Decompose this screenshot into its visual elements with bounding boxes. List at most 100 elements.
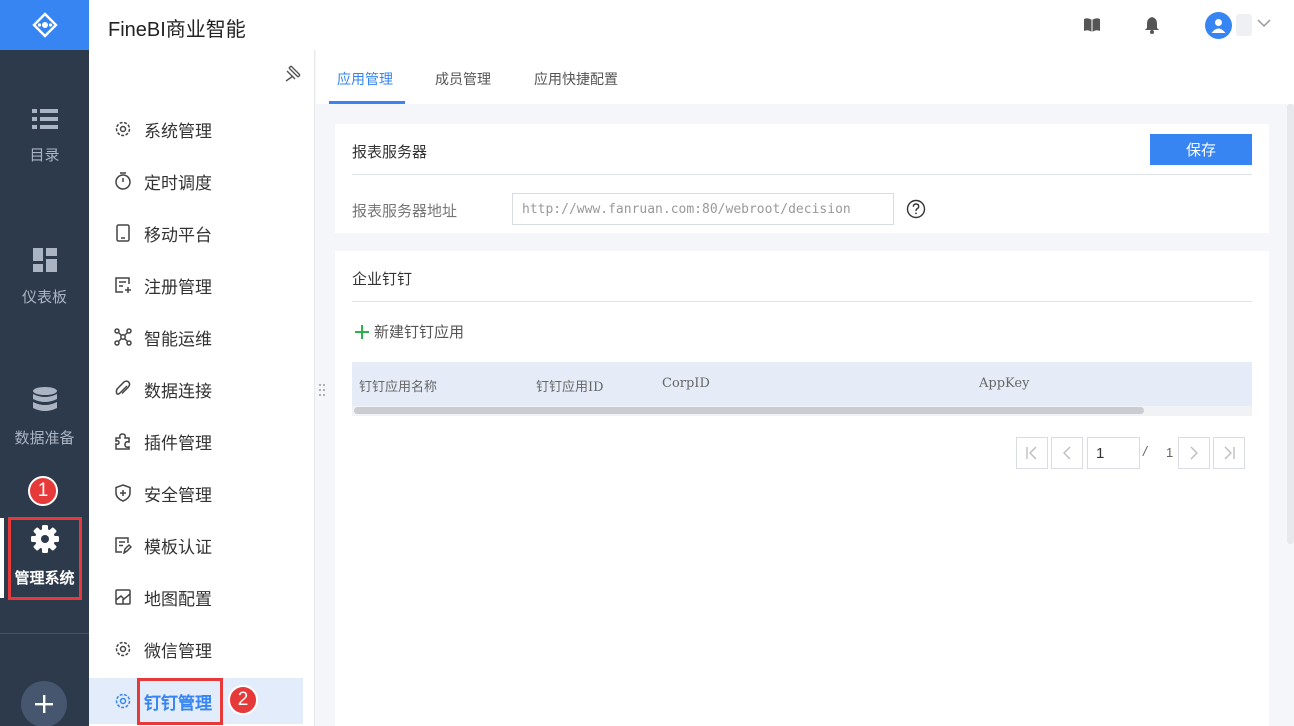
page-separator: /: [1143, 443, 1147, 459]
prev-page-button[interactable]: [1051, 437, 1083, 469]
gear-icon: [115, 121, 131, 137]
sidebar-item-schedule[interactable]: 定时调度: [89, 158, 303, 204]
annotation-badge-1: 1: [28, 476, 58, 506]
annotation-box-2: [137, 678, 223, 725]
annotation-badge-2: 2: [228, 685, 258, 715]
app-logo[interactable]: [0, 0, 89, 50]
sidebar-item-data-connection[interactable]: 数据连接: [89, 366, 303, 412]
column-header: AppKey: [979, 376, 1030, 391]
server-address-input[interactable]: [512, 193, 894, 225]
app-title: FineBI商业智能: [108, 19, 246, 41]
username-placeholder[interactable]: [1236, 14, 1252, 36]
rail-item-label: 仪表板: [21, 289, 67, 306]
tab-member-management[interactable]: 成员管理: [435, 69, 491, 89]
divider: [352, 174, 1252, 175]
first-page-icon: [1026, 446, 1037, 460]
template-icon: [115, 537, 132, 554]
sidebar-item-label: 数据连接: [144, 381, 212, 401]
panel-title: 企业钉钉: [352, 271, 413, 288]
chevron-right-icon: [1190, 446, 1198, 460]
chevron-down-icon[interactable]: [1257, 19, 1271, 28]
dingtalk-panel: 企业钉钉 新建钉钉应用 钉钉应用名称 钉钉应用ID CorpID AppKey …: [335, 251, 1269, 726]
new-dingtalk-app-button[interactable]: 新建钉钉应用: [354, 321, 464, 342]
network-icon: [114, 328, 132, 346]
tab-bar: 应用管理 成员管理 应用快捷配置: [316, 50, 1294, 104]
last-page-icon: [1224, 446, 1235, 460]
top-header: FineBI商业智能: [89, 0, 1294, 50]
new-app-label: 新建钉钉应用: [374, 324, 465, 341]
sidebar-item-label: 插件管理: [144, 433, 212, 453]
rail-item-dashboard[interactable]: 仪表板: [0, 248, 89, 307]
map-icon: [115, 589, 131, 605]
sidebar-item-mobile[interactable]: 移动平台: [89, 210, 303, 256]
left-rail: 目录 仪表板 数据准备 管理系统: [0, 0, 89, 726]
resize-handle[interactable]: [318, 383, 326, 397]
sidebar-item-label: 系统管理: [144, 121, 212, 141]
sidebar-item-label: 移动平台: [144, 225, 212, 245]
database-icon: [32, 387, 57, 411]
timer-icon: [115, 172, 131, 190]
first-page-button[interactable]: [1016, 437, 1048, 469]
logo-icon: [31, 12, 58, 38]
sidebar-item-label: 安全管理: [144, 485, 212, 505]
sidebar-item-label: 模板认证: [144, 537, 212, 557]
last-page-button[interactable]: [1213, 437, 1245, 469]
sidebar-item-template-auth[interactable]: 模板认证: [89, 522, 303, 568]
mobile-icon: [116, 224, 130, 242]
sidebar-item-label: 地图配置: [144, 589, 212, 609]
rail-item-label: 数据准备: [14, 430, 75, 447]
page-vertical-scrollbar[interactable]: [1287, 104, 1294, 544]
dashboard-icon: [32, 248, 57, 272]
column-header: CorpID: [662, 376, 710, 391]
plus-icon: [355, 324, 369, 339]
sidebar-item-map[interactable]: 地图配置: [89, 574, 303, 620]
sidebar-item-label: 微信管理: [144, 641, 212, 661]
sidebar-item-system[interactable]: 系统管理: [89, 106, 303, 152]
gear-icon: [115, 641, 131, 657]
chevron-left-icon: [1063, 446, 1071, 460]
sidebar-item-security[interactable]: 安全管理: [89, 470, 303, 516]
annotation-box-1: [8, 517, 82, 600]
tab-active-underline: [329, 101, 405, 104]
add-button[interactable]: [21, 681, 67, 726]
save-button[interactable]: 保存: [1150, 134, 1252, 165]
sidebar-item-ops[interactable]: 智能运维: [89, 314, 303, 360]
list-icon: [31, 109, 58, 129]
book-icon[interactable]: [1083, 16, 1101, 34]
rail-item-data-prep[interactable]: 数据准备: [0, 387, 89, 448]
sidebar-item-plugins[interactable]: 插件管理: [89, 418, 303, 464]
server-address-label: 报表服务器地址: [352, 203, 458, 220]
avatar[interactable]: [1205, 12, 1232, 39]
divider: [352, 301, 1252, 302]
table-header: 钉钉应用名称 钉钉应用ID CorpID AppKey: [352, 362, 1252, 406]
pin-icon[interactable]: [284, 64, 302, 82]
bell-icon[interactable]: [1144, 16, 1160, 34]
panel-title: 报表服务器: [352, 144, 428, 161]
sidebar-item-label: 定时调度: [144, 173, 212, 193]
help-icon[interactable]: [906, 199, 926, 219]
sidebar-item-register[interactable]: 注册管理: [89, 262, 303, 308]
shield-icon: [115, 484, 131, 502]
column-header: 钉钉应用ID: [536, 380, 604, 395]
gear-icon: [115, 693, 131, 709]
register-icon: [115, 277, 131, 293]
sidebar-item-wechat[interactable]: 微信管理: [89, 626, 303, 672]
rail-item-catalog[interactable]: 目录: [0, 108, 89, 165]
rail-item-label: 目录: [29, 147, 60, 164]
paperclip-icon: [115, 380, 131, 395]
user-icon: [1211, 19, 1226, 33]
admin-sidebar: 系统管理 定时调度 移动平台 注册管理 智能运维 数据连接 插件管理 安全管理 …: [89, 50, 315, 726]
column-header: 钉钉应用名称: [359, 380, 438, 395]
tab-app-management[interactable]: 应用管理: [337, 69, 393, 89]
sidebar-item-label: 注册管理: [144, 277, 212, 297]
rail-divider: [0, 633, 89, 634]
page-number-input[interactable]: [1087, 437, 1140, 469]
sidebar-item-label: 智能运维: [144, 329, 212, 349]
plus-icon: [35, 695, 53, 713]
scrollbar-thumb[interactable]: [354, 407, 1144, 414]
next-page-button[interactable]: [1178, 437, 1210, 469]
page-total: 1: [1166, 445, 1174, 460]
puzzle-icon: [115, 433, 130, 450]
tab-app-shortcut-config[interactable]: 应用快捷配置: [534, 69, 618, 89]
report-server-panel: 报表服务器 保存 报表服务器地址: [335, 124, 1269, 233]
